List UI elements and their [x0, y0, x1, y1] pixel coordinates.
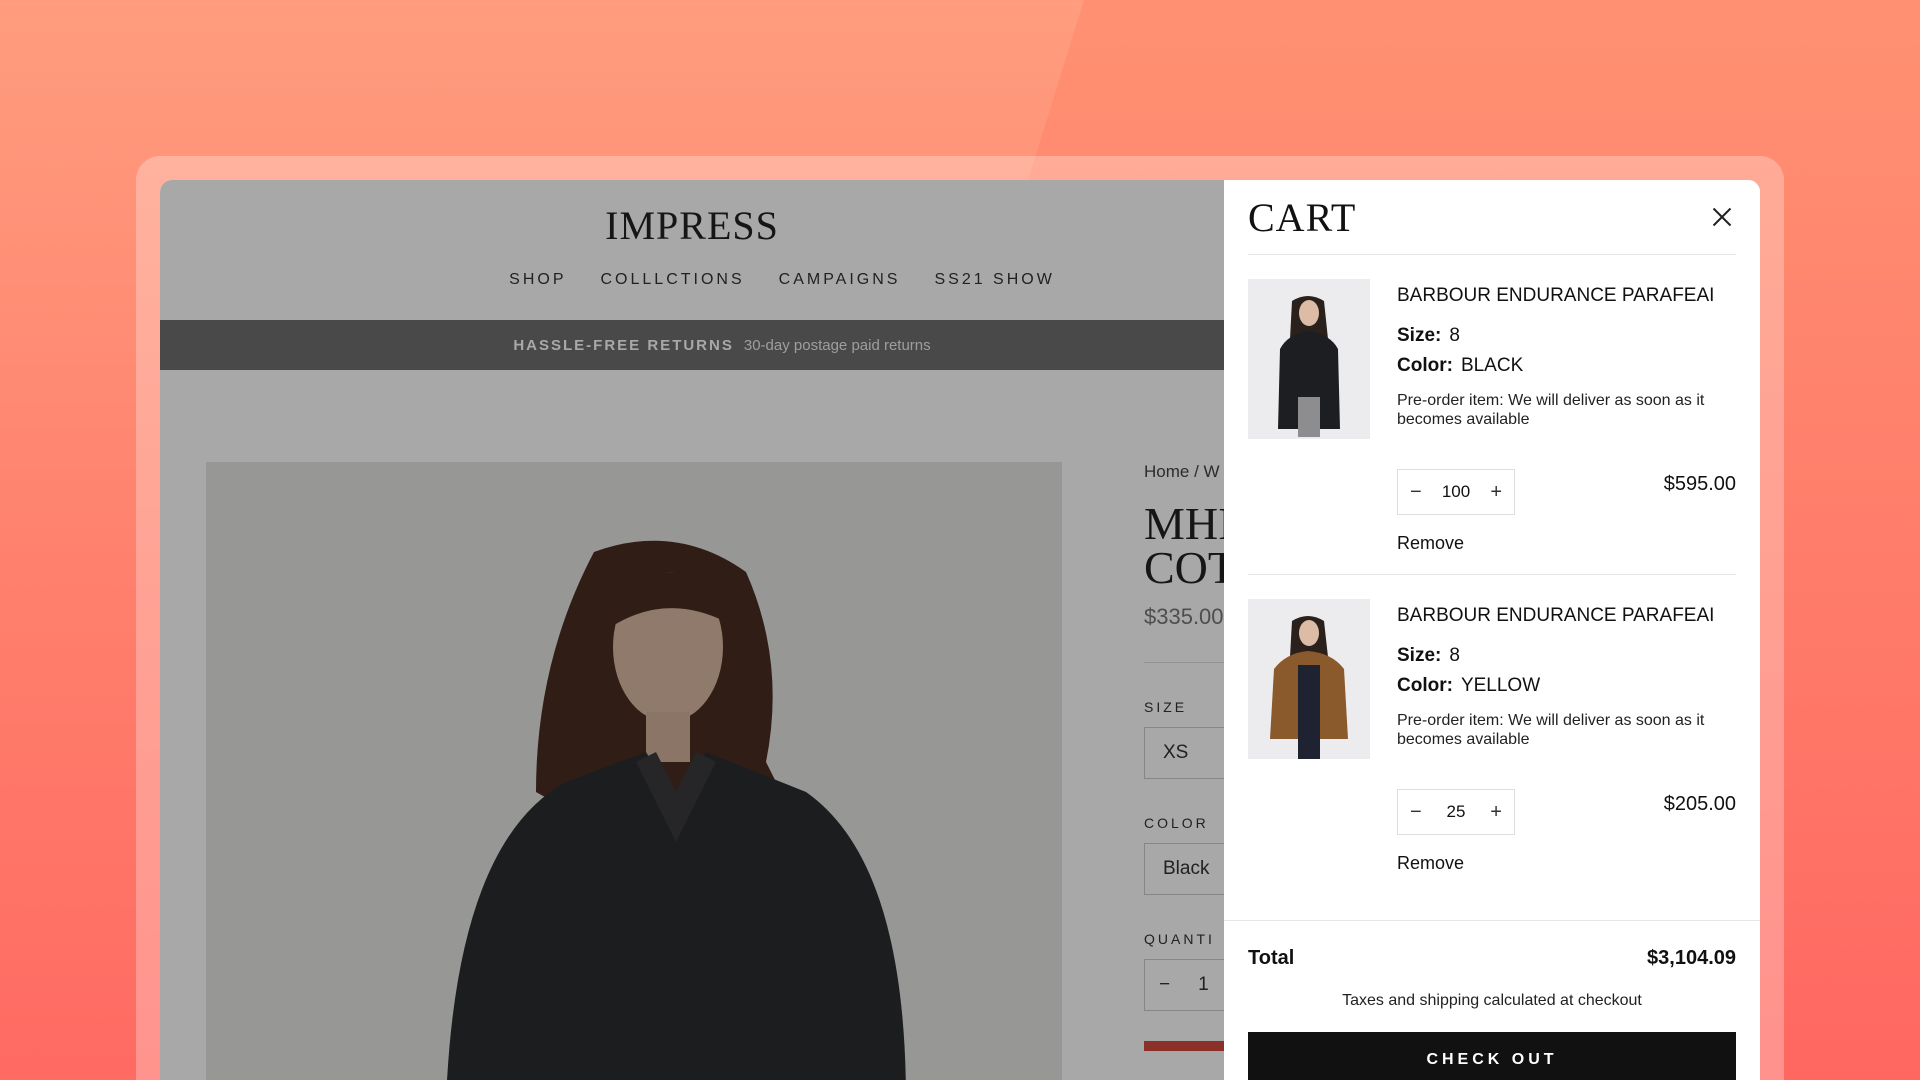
preorder-note: Pre-order item: We will deliver as soon … [1397, 392, 1705, 428]
product-page: IMPRESS SHOP COLLLCTIONS CAMPAIGNS SS21 … [160, 180, 1264, 1080]
quantity-stepper[interactable]: − 100 + [1397, 469, 1515, 515]
cart-footer: Total $3,104.09 Taxes and shipping calcu… [1224, 920, 1760, 1080]
color-label: Color: [1397, 355, 1453, 376]
cart-item-price: $205.00 [1663, 793, 1736, 815]
total-row: Total $3,104.09 [1248, 947, 1736, 970]
quantity-value[interactable]: 25 [1447, 802, 1466, 822]
cart-item-color: Color: BLACK [1397, 355, 1736, 377]
remove-button[interactable]: Remove [1397, 533, 1464, 554]
total-value: $3,104.09 [1647, 947, 1736, 969]
page-overlay[interactable] [160, 180, 1224, 1080]
screen: IMPRESS SHOP COLLLCTIONS CAMPAIGNS SS21 … [160, 180, 1760, 1080]
plus-icon[interactable]: + [1490, 481, 1502, 504]
plus-icon[interactable]: + [1490, 801, 1502, 824]
size-value: 8 [1449, 645, 1460, 666]
size-label: Size: [1397, 645, 1442, 666]
cart-item-name[interactable]: BARBOUR ENDURANCE PARAFEAI [1397, 605, 1736, 627]
size-value: 8 [1449, 325, 1460, 346]
tax-note: Taxes and shipping calculated at checkou… [1342, 992, 1642, 1009]
remove-button[interactable]: Remove [1397, 853, 1464, 874]
minus-icon[interactable]: − [1410, 481, 1422, 504]
preorder-note: Pre-order item: We will deliver as soon … [1397, 712, 1705, 748]
cart-item-image[interactable] [1248, 599, 1370, 759]
cart-title: CART [1248, 194, 1357, 240]
total-label: Total [1248, 947, 1295, 969]
color-value: BLACK [1460, 355, 1524, 376]
cart-item-size: Size: 8 [1397, 645, 1736, 667]
cart-item-image[interactable] [1248, 279, 1370, 439]
cart-item: BARBOUR ENDURANCE PARAFEAI Size: 8 Color:… [1248, 575, 1736, 895]
cart-item-info: BARBOUR ENDURANCE PARAFEAI Size: 8 Color:… [1397, 599, 1736, 895]
cart-item-color: Color: YELLOW [1397, 675, 1736, 697]
size-label: Size: [1397, 325, 1442, 346]
quantity-stepper[interactable]: − 25 + [1397, 789, 1515, 835]
color-value: YELLOW [1460, 675, 1541, 696]
close-icon[interactable] [1708, 203, 1736, 231]
cart-item-name[interactable]: BARBOUR ENDURANCE PARAFEAI [1397, 285, 1736, 307]
cart-item: BARBOUR ENDURANCE PARAFEAI Size: 8 Color:… [1248, 255, 1736, 575]
cart-item-info: BARBOUR ENDURANCE PARAFEAI Size: 8 Color:… [1397, 279, 1736, 574]
minus-icon[interactable]: − [1410, 801, 1422, 824]
quantity-value[interactable]: 100 [1442, 482, 1470, 502]
cart-item-price: $595.00 [1663, 473, 1736, 495]
color-label: Color: [1397, 675, 1453, 696]
checkout-button[interactable]: CHECK OUT [1248, 1032, 1736, 1080]
cart-drawer: CART BARBOUR ENDURANCE PARAFEAI Size: 8 C… [1224, 180, 1760, 1080]
cart-item-size: Size: 8 [1397, 325, 1736, 347]
cart-header: CART [1248, 180, 1736, 255]
